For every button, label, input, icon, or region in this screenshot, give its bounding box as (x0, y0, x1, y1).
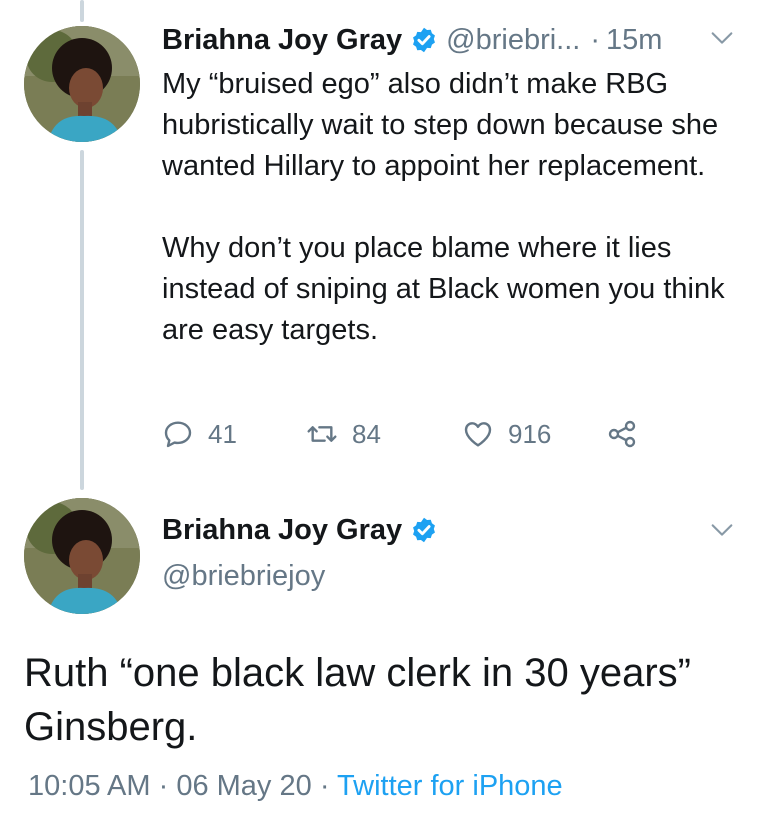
retweet-icon (307, 426, 337, 442)
retweet-count: 84 (352, 418, 381, 449)
reply-button[interactable]: 41 (162, 414, 237, 454)
tweet-actions: 41 84 916 (0, 414, 760, 454)
verified-badge-icon (413, 27, 436, 53)
like-count: 916 (508, 418, 552, 449)
thread-line-top (80, 0, 84, 22)
tweet-paragraph: Why don’t you place blame where it lies … (162, 232, 725, 346)
timestamp[interactable]: 15m (606, 24, 662, 57)
tweet-text: Ruth “one black law clerk in 30 years” G… (24, 651, 691, 749)
separator-dot: · (590, 23, 601, 56)
author-handle[interactable]: @briebri... (446, 24, 580, 57)
retweet-button[interactable]: 84 (306, 414, 381, 454)
separator-dot: · (319, 770, 330, 802)
like-button[interactable]: 916 (462, 414, 551, 454)
tweet-paragraph: My “bruised ego” also didn’t make RBG hu… (162, 68, 719, 182)
tweet-header: Briahna Joy Gray @briebri... · 15m (162, 20, 742, 60)
chevron-down-icon[interactable] (708, 516, 736, 544)
separator-dot: · (158, 770, 169, 802)
tweet-header: Briahna Joy Gray @briebriejoy (162, 510, 446, 593)
share-icon (608, 420, 636, 448)
tweet-time[interactable]: 10:05 AM (28, 770, 151, 802)
reply-icon (164, 421, 192, 448)
author-name[interactable]: Briahna Joy Gray (162, 514, 402, 547)
verified-badge-icon (413, 517, 436, 543)
tweet-text: My “bruised ego” also didn’t make RBG hu… (162, 64, 742, 351)
tweet-date[interactable]: 06 May 20 (176, 770, 311, 802)
reply-count: 41 (208, 418, 237, 449)
chevron-down-icon[interactable] (708, 24, 736, 52)
author-handle[interactable]: @briebriejoy (162, 560, 446, 593)
tweet-meta: 10:05 AM · 06 May 20 · Twitter for iPhon… (28, 770, 563, 803)
author-name[interactable]: Briahna Joy Gray (162, 24, 402, 57)
avatar[interactable] (24, 26, 140, 142)
like-icon (464, 422, 492, 447)
share-button[interactable] (606, 414, 638, 454)
tweet-source-link[interactable]: Twitter for iPhone (337, 770, 563, 802)
avatar[interactable] (24, 498, 140, 614)
